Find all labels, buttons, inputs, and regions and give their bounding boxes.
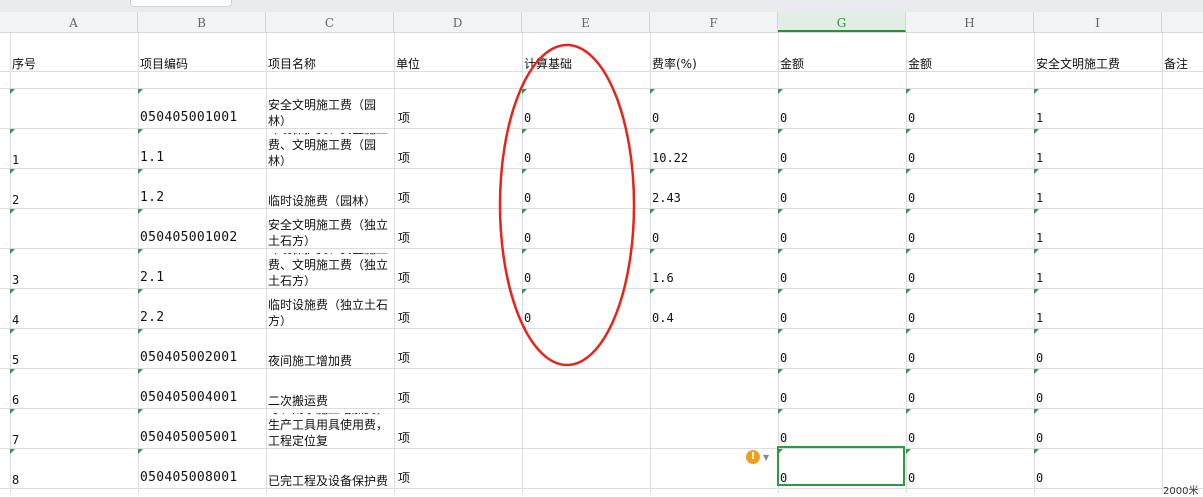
edge-text: 2000米 <box>1163 486 1199 497</box>
red-circle-annotation <box>498 43 636 367</box>
red-ellipse <box>498 43 636 367</box>
